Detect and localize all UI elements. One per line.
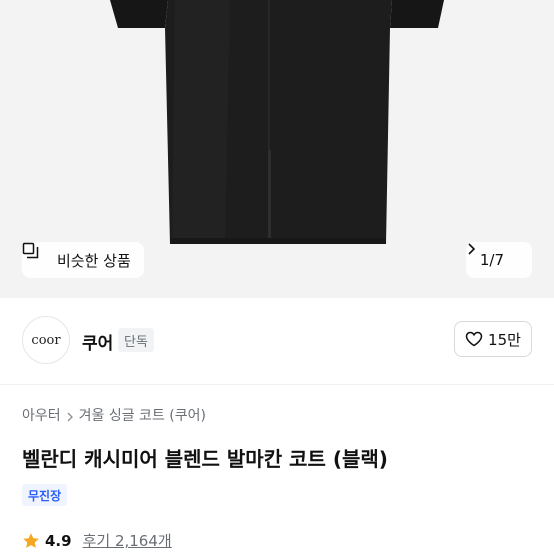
like-count: 15만 xyxy=(488,330,521,349)
similar-products-button[interactable]: 비슷한 상품 xyxy=(22,242,144,278)
divider xyxy=(0,384,554,385)
brand-name[interactable]: 쿠어 xyxy=(82,329,113,354)
rating-score: 4.9 xyxy=(45,531,72,550)
exclusive-badge: 단독 xyxy=(118,328,154,352)
rating-row: 4.9 후기 2,164개 xyxy=(22,530,172,551)
similar-products-label: 비슷한 상품 xyxy=(57,251,131,270)
breadcrumb-item-category[interactable]: 아우터 xyxy=(22,405,61,425)
reviews-link[interactable]: 후기 2,164개 xyxy=(83,530,172,551)
star-icon xyxy=(22,532,40,550)
breadcrumb-item-subcategory[interactable]: 겨울 싱글 코트 (쿠어) xyxy=(79,405,206,425)
shipping-badge: 무진장 xyxy=(22,484,68,506)
image-pager-button[interactable]: 1/7 xyxy=(465,242,532,278)
product-image-gallery[interactable]: 비슷한 상품 1/7 xyxy=(0,0,554,298)
heart-outline-icon xyxy=(465,331,483,347)
breadcrumb: 아우터 겨울 싱글 코트 (쿠어) xyxy=(22,405,206,425)
brand-logo[interactable]: coor xyxy=(22,316,70,364)
brand-logo-text: coor xyxy=(31,332,61,348)
image-pager-count: 1/7 xyxy=(479,251,504,269)
product-title: 벨란디 캐시미어 블렌드 발마칸 코트 (블랙) xyxy=(22,447,388,471)
brand-row: coor 쿠어 단독 15만 xyxy=(0,298,554,384)
similar-products-icon xyxy=(22,242,50,269)
like-button[interactable]: 15만 xyxy=(454,321,532,357)
chevron-right-icon xyxy=(468,243,522,267)
chevron-right-icon xyxy=(66,410,74,422)
